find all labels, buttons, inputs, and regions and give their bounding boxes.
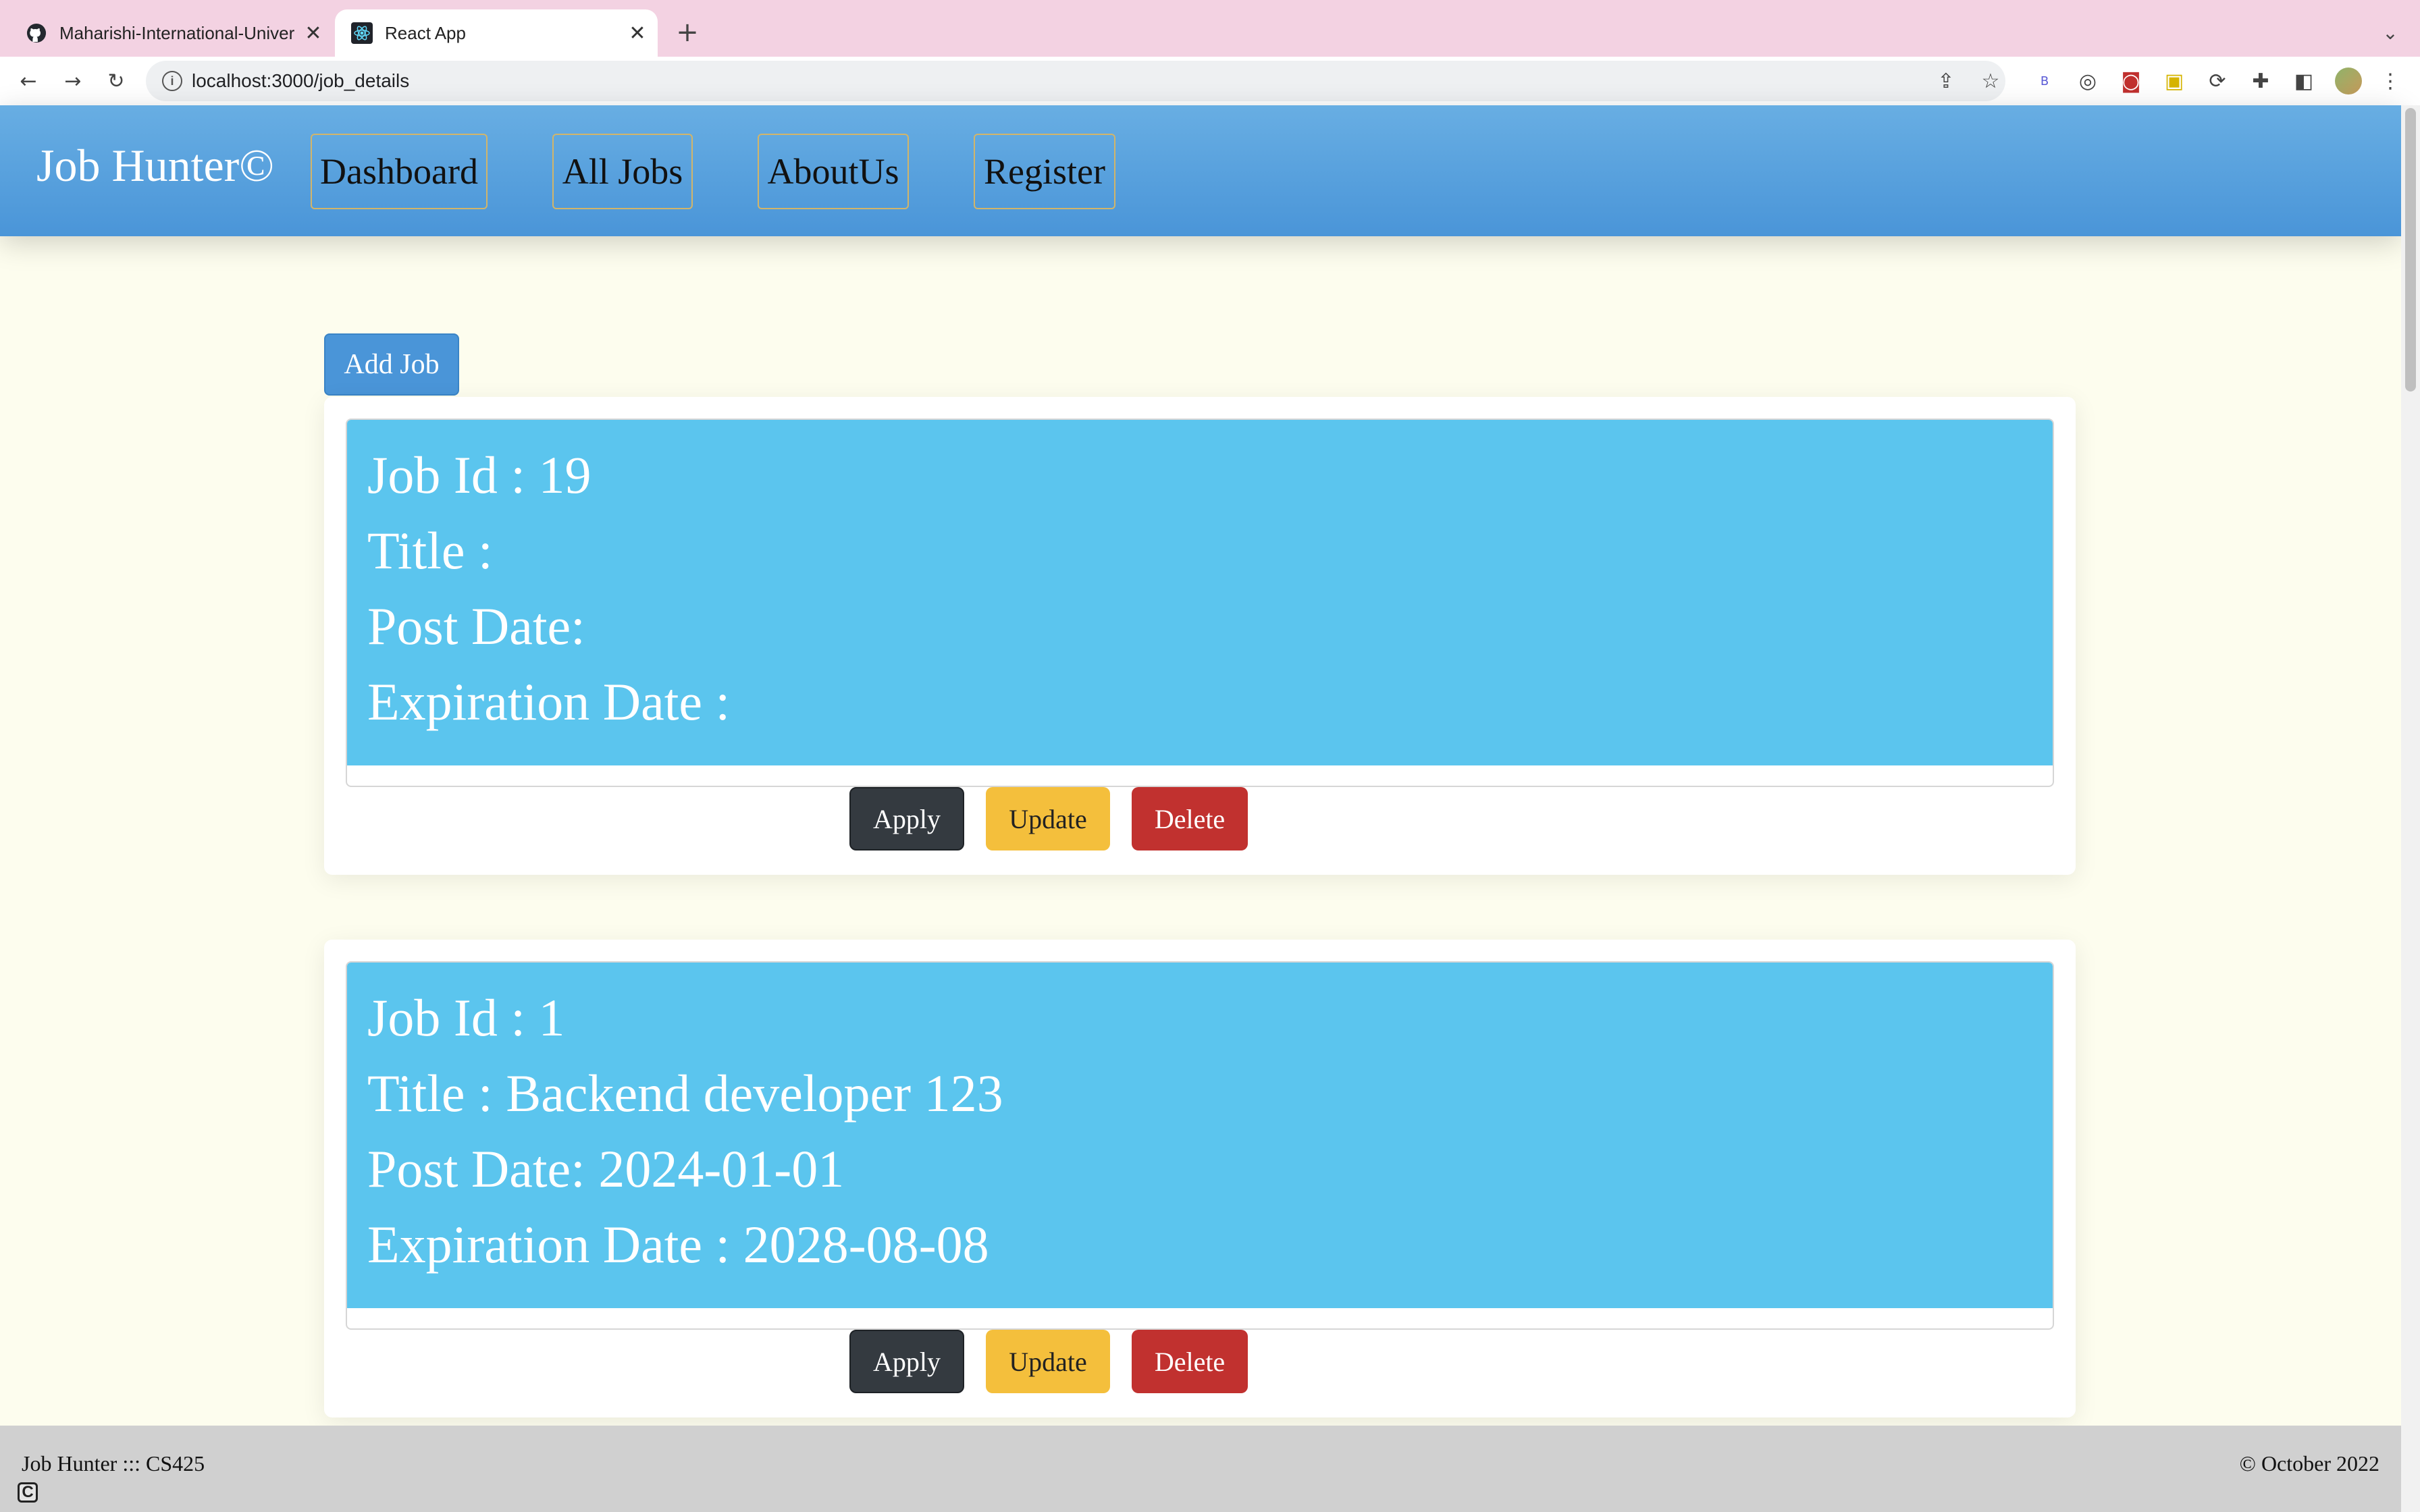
delete-button[interactable]: Delete (1132, 787, 1248, 850)
job-id-value: 1 (538, 988, 565, 1047)
browser-tab-github[interactable]: Maharishi-International-Univer ✕ (0, 9, 334, 57)
job-expiration-date-value: 2028-08-08 (743, 1215, 989, 1274)
job-expiration-date-line: Expiration Date : 2028-08-08 (367, 1215, 989, 1274)
job-card: Job Id : 19 Title : Post Date: Expiratio… (324, 397, 2076, 875)
reload-icon[interactable]: ↻ (103, 68, 130, 94)
job-id-value: 19 (538, 446, 591, 504)
apply-button[interactable]: Apply (849, 787, 964, 850)
update-button[interactable]: Update (986, 1330, 1110, 1393)
extension-b-icon[interactable]: B (2031, 68, 2058, 94)
bookmark-star-icon[interactable]: ☆ (1977, 68, 2004, 94)
page-footer (0, 1426, 2401, 1512)
footer-copyright: © October 2022 (2239, 1451, 2379, 1476)
delete-button[interactable]: Delete (1132, 1330, 1248, 1393)
nav-dashboard[interactable]: Dashboard (311, 134, 488, 209)
close-tab-icon[interactable]: ✕ (624, 22, 651, 45)
job-title-value: Backend developer 123 (506, 1064, 1003, 1123)
job-details-panel: Job Id : 19 Title : Post Date: Expiratio… (347, 420, 2053, 765)
footer-left-text: Job Hunter ::: CS425 (22, 1451, 205, 1476)
extensions-puzzle-icon[interactable]: ✚ (2247, 68, 2274, 94)
nav-register[interactable]: Register (974, 134, 1115, 209)
nav-all-jobs[interactable]: All Jobs (552, 134, 693, 209)
job-expiration-date-line: Expiration Date : (367, 672, 743, 731)
job-post-date-value: 2024-01-01 (598, 1139, 845, 1198)
address-bar[interactable]: i localhost:3000/job_details (146, 61, 2005, 101)
job-id-line: Job Id : 19 (367, 446, 591, 504)
tab-title: Maharishi-International-Univer (59, 22, 295, 43)
brand-logo[interactable]: Job Hunter© (36, 139, 274, 192)
job-title-line: Title : Backend developer 123 (367, 1064, 1003, 1123)
browser-menu-icon[interactable]: ⋮ (2377, 68, 2404, 94)
update-button[interactable]: Update (986, 787, 1110, 850)
url-text: localhost:3000/job_details (192, 70, 410, 91)
job-card-body: Job Id : 19 Title : Post Date: Expiratio… (346, 418, 2054, 787)
share-icon[interactable]: ⇪ (1932, 68, 1959, 94)
job-details-panel: Job Id : 1 Title : Backend developer 123… (347, 963, 2053, 1308)
back-icon[interactable]: ← (15, 68, 42, 94)
job-card: Job Id : 1 Title : Backend developer 123… (324, 940, 2076, 1418)
extension-sync-icon[interactable]: ⟳ (2204, 68, 2231, 94)
job-title-line: Title : (367, 521, 506, 580)
nav-about-us[interactable]: AboutUs (758, 134, 909, 209)
site-info-icon[interactable]: i (162, 71, 182, 91)
tab-search-chevron-icon[interactable]: ⌄ (2377, 19, 2404, 46)
job-post-date-line: Post Date: 2024-01-01 (367, 1139, 845, 1198)
github-icon (26, 22, 47, 44)
extension-circle-icon[interactable]: ◎ (2074, 68, 2101, 94)
job-id-line: Job Id : 1 (367, 988, 565, 1047)
react-icon (351, 22, 373, 44)
add-job-button[interactable]: Add Job (324, 333, 459, 396)
close-tab-icon[interactable]: ✕ (300, 22, 327, 45)
forward-icon[interactable]: → (59, 68, 86, 94)
tab-title: React App (385, 22, 466, 43)
apply-button[interactable]: Apply (849, 1330, 964, 1393)
new-tab-button[interactable]: + (674, 17, 701, 48)
profile-avatar[interactable] (2335, 68, 2362, 94)
c-badge-icon: C (18, 1482, 38, 1503)
job-post-date-line: Post Date: (367, 597, 599, 655)
extension-red-icon[interactable]: ◙ (2118, 68, 2145, 94)
extension-yellow-icon[interactable]: ▣ (2161, 68, 2188, 94)
browser-tab-react-app[interactable]: React App ✕ (335, 9, 658, 57)
side-panel-icon[interactable]: ◧ (2290, 68, 2317, 94)
job-card-body: Job Id : 1 Title : Backend developer 123… (346, 961, 2054, 1330)
scrollbar-thumb[interactable] (2405, 108, 2416, 392)
